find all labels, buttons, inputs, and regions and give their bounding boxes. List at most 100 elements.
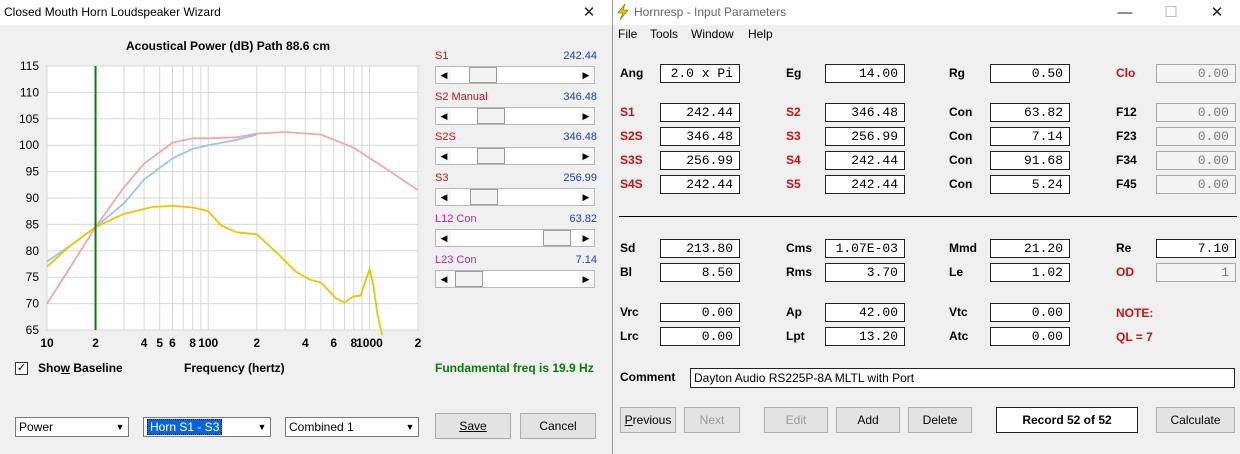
add-button[interactable]: Add	[836, 407, 900, 433]
slider-value: 256.99	[563, 172, 597, 184]
hornresp-close-button[interactable]: ✕	[1194, 0, 1240, 25]
param-field[interactable]: 346.48	[825, 103, 905, 122]
previous-button[interactable]: Previous	[620, 407, 676, 433]
horn-segment-select[interactable]: Horn S1 - S3 ▼	[143, 417, 271, 437]
param-field[interactable]: 63.82	[990, 103, 1070, 122]
param-field[interactable]: 213.80	[660, 239, 740, 258]
slider-track[interactable]	[451, 189, 579, 205]
menu-tools[interactable]: Tools	[650, 27, 678, 41]
param-field[interactable]: 7.14	[990, 127, 1070, 146]
param-label: S2S	[620, 129, 643, 143]
slider-thumb[interactable]	[470, 189, 498, 205]
x-tick-label: 6	[330, 336, 337, 350]
scroll-left-icon[interactable]: ◀	[437, 67, 451, 83]
delete-button[interactable]: Delete	[908, 407, 972, 433]
slider-label: L23 Con	[435, 254, 477, 266]
param-field[interactable]: 242.44	[660, 103, 740, 122]
scroll-right-icon[interactable]: ▶	[579, 67, 593, 83]
combined-select[interactable]: Combined 1 ▼	[285, 417, 419, 437]
slider-scrollbar[interactable]: ◀ ▶	[435, 270, 595, 288]
param-field[interactable]: 242.44	[825, 151, 905, 170]
param-field[interactable]: 7.10	[1156, 239, 1236, 258]
slider-track[interactable]	[451, 148, 579, 164]
slider-scrollbar[interactable]: ◀ ▶	[435, 107, 595, 125]
param-field[interactable]: 0.00	[660, 303, 740, 322]
wizard-close-button[interactable]: ✕	[566, 0, 612, 25]
slider-scrollbar[interactable]: ◀ ▶	[435, 66, 595, 84]
calculate-button[interactable]: Calculate	[1156, 407, 1235, 433]
param-field[interactable]: 256.99	[825, 127, 905, 146]
param-field[interactable]: 91.68	[990, 151, 1070, 170]
param-field[interactable]: 0.00	[1156, 175, 1236, 194]
menu-window[interactable]: Window	[691, 27, 734, 41]
scroll-right-icon[interactable]: ▶	[579, 148, 593, 164]
edit-button[interactable]: Edit	[764, 407, 828, 433]
slider-scrollbar[interactable]: ◀ ▶	[435, 147, 595, 165]
scroll-left-icon[interactable]: ◀	[437, 230, 451, 246]
scroll-right-icon[interactable]: ▶	[579, 189, 593, 205]
save-button[interactable]: Save	[435, 413, 511, 439]
param-label: Mmd	[949, 241, 977, 255]
param-field[interactable]: 242.44	[660, 175, 740, 194]
slider-thumb[interactable]	[469, 67, 497, 83]
param-field[interactable]: 5.24	[990, 175, 1070, 194]
param-field[interactable]: 0.00	[990, 327, 1070, 346]
scroll-left-icon[interactable]: ◀	[437, 108, 451, 124]
wizard-title: Closed Mouth Horn Loudspeaker Wizard	[4, 5, 221, 19]
param-field[interactable]: 21.20	[990, 239, 1070, 258]
param-field[interactable]: 0.00	[660, 327, 740, 346]
param-field[interactable]: 13.20	[825, 327, 905, 346]
menu-file[interactable]: File	[618, 27, 637, 41]
slider-scrollbar[interactable]: ◀ ▶	[435, 188, 595, 206]
param-field[interactable]: 14.00	[825, 64, 905, 83]
slider-thumb[interactable]	[477, 148, 505, 164]
param-field[interactable]: 256.99	[660, 151, 740, 170]
cancel-button[interactable]: Cancel	[520, 413, 596, 439]
slider-track[interactable]	[451, 67, 579, 83]
param-field[interactable]: 8.50	[660, 263, 740, 282]
chevron-down-icon[interactable]: ▼	[113, 419, 127, 435]
slider-thumb[interactable]	[477, 108, 505, 124]
x-tick-label: 5	[156, 336, 163, 350]
param-field[interactable]: 0.00	[1156, 151, 1236, 170]
param-field[interactable]: 3.70	[825, 263, 905, 282]
chevron-down-icon[interactable]: ▼	[255, 419, 269, 435]
param-field[interactable]: 0.00	[1156, 127, 1236, 146]
param-field[interactable]: 1	[1156, 263, 1236, 282]
param-field[interactable]: 2.0 x Pi	[660, 64, 740, 83]
param-field[interactable]: 1.02	[990, 263, 1070, 282]
maximize-button[interactable]: ☐	[1148, 0, 1194, 25]
param-label: S4S	[620, 177, 643, 191]
param-field[interactable]: 1.07E-03	[825, 239, 905, 258]
param-field[interactable]: 0.00	[1156, 64, 1236, 83]
scroll-right-icon[interactable]: ▶	[579, 271, 593, 287]
slider-track[interactable]	[451, 108, 579, 124]
param-label: OD	[1116, 265, 1134, 279]
power-select[interactable]: Power ▼	[15, 417, 129, 437]
comment-field[interactable]: Dayton Audio RS225P-8A MLTL with Port	[690, 368, 1235, 388]
param-field[interactable]: 0.50	[990, 64, 1070, 83]
chevron-down-icon[interactable]: ▼	[403, 419, 417, 435]
slider-thumb[interactable]	[455, 271, 483, 287]
param-field[interactable]: 42.00	[825, 303, 905, 322]
param-field[interactable]: 242.44	[825, 175, 905, 194]
show-baseline-checkbox[interactable]: ✓	[15, 362, 28, 375]
slider-thumb[interactable]	[543, 230, 571, 246]
scroll-left-icon[interactable]: ◀	[437, 148, 451, 164]
param-field[interactable]: 346.48	[660, 127, 740, 146]
slider-scrollbar[interactable]: ◀ ▶	[435, 229, 595, 247]
show-baseline-label[interactable]: Show Baseline	[38, 361, 123, 375]
scroll-left-icon[interactable]: ◀	[437, 189, 451, 205]
scroll-right-icon[interactable]: ▶	[579, 230, 593, 246]
param-field[interactable]: 0.00	[1156, 103, 1236, 122]
minimize-button[interactable]: —	[1102, 0, 1148, 25]
next-button[interactable]: Next	[684, 407, 740, 433]
hornresp-titlebar: Hornresp - Input Parameters — ☐ ✕	[613, 0, 1240, 25]
scroll-left-icon[interactable]: ◀	[437, 271, 451, 287]
scroll-right-icon[interactable]: ▶	[579, 108, 593, 124]
param-field[interactable]: 0.00	[990, 303, 1070, 322]
slider-track[interactable]	[451, 230, 579, 246]
menu-help[interactable]: Help	[748, 27, 773, 41]
slider-track[interactable]	[451, 271, 579, 287]
y-tick-label: 75	[26, 270, 40, 284]
